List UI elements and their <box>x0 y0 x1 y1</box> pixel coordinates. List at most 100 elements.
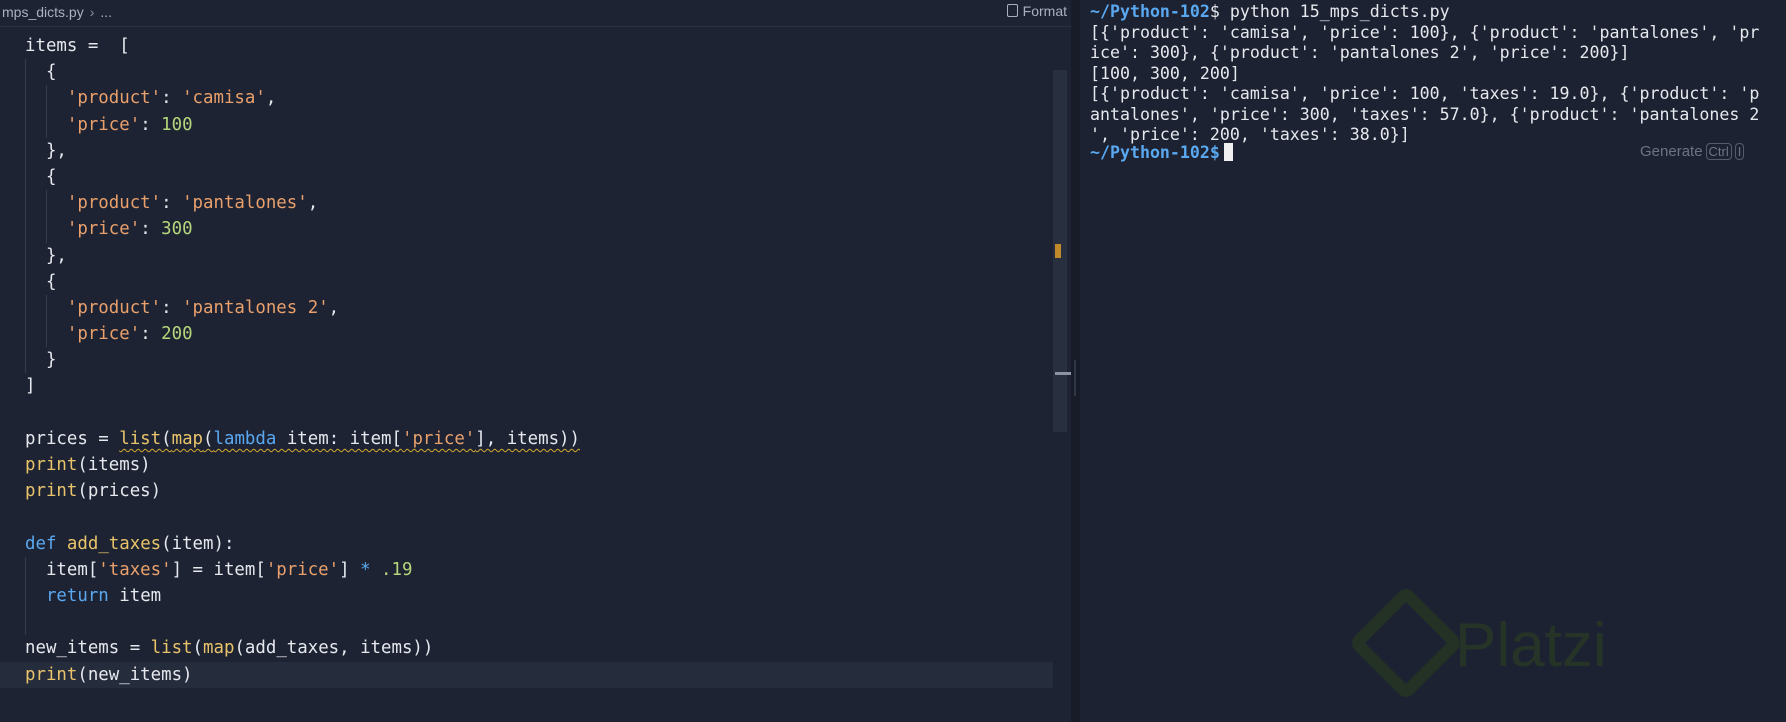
code-token: { <box>25 62 57 83</box>
indent-guide <box>46 294 47 322</box>
code-token: map <box>171 428 204 449</box>
indent-guide <box>25 609 26 636</box>
kbd-i: I <box>1734 143 1745 160</box>
code-token: item: item[ <box>276 428 402 449</box>
code-token: items = [ <box>25 36 130 56</box>
indent-guide <box>25 294 26 322</box>
code-token: 'price' <box>66 114 141 135</box>
code-token: : <box>161 297 183 318</box>
code-line[interactable]: print(items) <box>0 452 1053 478</box>
code-token: ], items)) <box>475 428 580 449</box>
breadcrumb: mps_dicts.py ›... <box>2 4 112 20</box>
indent-guide <box>25 321 26 348</box>
code-line[interactable]: new_items = list(map(add_taxes, items)) <box>0 635 1053 661</box>
indent-guide <box>46 190 47 217</box>
breadcrumb-more[interactable]: ... <box>100 4 112 20</box>
code-token: print <box>25 455 78 475</box>
code-line[interactable]: 'price': 300 <box>0 216 1053 243</box>
code-token: 'price' <box>265 559 340 580</box>
format-button[interactable]: Format <box>1006 3 1067 19</box>
code-token: prices = <box>25 428 120 449</box>
generate-label: Generate <box>1640 143 1703 160</box>
code-token: map <box>203 638 235 659</box>
code-token: .19 <box>381 559 413 580</box>
code-area[interactable]: items = [ { 'product': 'camisa', 'price'… <box>0 33 1053 688</box>
code-token: 'product' <box>66 193 162 214</box>
code-token: : <box>161 193 183 214</box>
code-line[interactable]: items = [ <box>0 33 1053 59</box>
code-line[interactable]: return item <box>0 582 1053 610</box>
code-line[interactable]: { <box>0 268 1053 295</box>
code-token: { <box>25 271 57 292</box>
code-token: : <box>140 219 162 240</box>
code-line[interactable]: { <box>0 163 1053 191</box>
terminal-prompt-suffix: $ <box>1209 143 1220 162</box>
code-line[interactable] <box>0 609 1053 636</box>
code-token: ] <box>25 376 36 397</box>
scrollbar-cursor-marker <box>1055 372 1071 375</box>
code-token: print <box>25 664 78 685</box>
indent-guide <box>25 163 26 191</box>
platzi-wordmark: Platzi <box>1455 611 1607 680</box>
code-line[interactable]: 'product': 'pantalones', <box>0 190 1053 217</box>
format-label: Format <box>1022 3 1067 19</box>
code-token: 'taxes' <box>98 559 172 580</box>
terminal-command-line: ~/Python-102$ python 15_mps_dicts.py <box>1090 2 1450 23</box>
code-line[interactable]: }, <box>0 242 1053 269</box>
indent-guide <box>25 582 26 610</box>
code-line[interactable]: 'price': 100 <box>0 111 1053 138</box>
indent-guide <box>25 137 26 164</box>
code-editor[interactable]: mps_dicts.py ›... Format items = [ { 'pro… <box>0 0 1071 722</box>
code-token: }, <box>25 245 67 266</box>
generate-hint[interactable]: Generate Ctrl I <box>1640 143 1745 160</box>
terminal-current-line: ~/Python-102$ <box>1090 143 1233 164</box>
terminal-prompt: ~/Python-102 <box>1090 143 1210 162</box>
code-token: list <box>119 428 162 449</box>
code-line[interactable]: 'product': 'camisa', <box>0 85 1053 112</box>
code-line[interactable]: 'product': 'pantalones 2', <box>0 294 1053 322</box>
breadcrumb-file[interactable]: mps_dicts.py <box>2 4 84 20</box>
code-line[interactable] <box>0 504 1053 530</box>
code-token: 'product' <box>66 297 162 318</box>
indent-guide <box>25 556 26 583</box>
indent-guide <box>25 268 26 295</box>
code-token: : <box>140 114 162 135</box>
pane-resize-handle[interactable] <box>1074 360 1076 396</box>
code-line[interactable]: 'price': 200 <box>0 321 1053 348</box>
terminal-command: $ python 15_mps_dicts.py <box>1209 2 1450 21</box>
code-token: 'camisa' <box>182 88 266 109</box>
code-line[interactable]: print(new_items) <box>0 661 1053 688</box>
terminal-cursor <box>1223 143 1233 161</box>
format-icon <box>1006 4 1018 17</box>
code-token: { <box>25 166 57 187</box>
chevron-right-icon: › <box>89 4 95 20</box>
terminal-output-line: [{'product': 'camisa', 'price': 100}, {'… <box>1090 22 1760 42</box>
code-token: 'price' <box>401 428 476 449</box>
indent-guide <box>25 216 26 243</box>
code-line[interactable]: def add_taxes(item): <box>0 531 1053 557</box>
scrollbar-warning-marker <box>1055 244 1061 258</box>
code-line[interactable]: item['taxes'] = item['price'] * .19 <box>0 556 1053 583</box>
code-token: (prices) <box>77 481 162 502</box>
code-token: (add_taxes, items)) <box>234 638 434 659</box>
indent-guide <box>46 111 47 138</box>
code-token: } <box>25 350 57 371</box>
code-token: 'price' <box>66 324 141 345</box>
indent-guide <box>25 111 26 138</box>
indent-guide <box>25 347 26 374</box>
code-token: (item): <box>161 533 235 554</box>
code-line[interactable] <box>0 400 1053 426</box>
kbd-ctrl: Ctrl <box>1705 143 1732 160</box>
code-line[interactable]: ] <box>0 373 1053 399</box>
code-line[interactable]: prices = list(map(lambda item: item['pri… <box>0 426 1053 452</box>
code-token: return <box>45 585 109 606</box>
terminal[interactable]: ~/Python-102$ python 15_mps_dicts.py [{'… <box>1080 0 1786 722</box>
code-line[interactable]: } <box>0 347 1053 374</box>
code-line[interactable]: }, <box>0 137 1053 164</box>
code-line[interactable]: { <box>0 59 1053 86</box>
indent-guide <box>46 321 47 348</box>
code-token: ( <box>203 428 214 449</box>
code-line[interactable]: print(prices) <box>0 478 1053 504</box>
